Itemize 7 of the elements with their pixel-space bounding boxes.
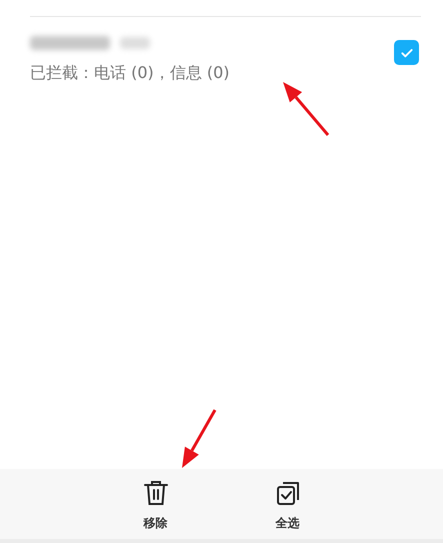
toolbar-button[interactable]: 全选 (256, 469, 318, 539)
trash-icon (142, 479, 170, 507)
block-summary: 已拦截：电话 (0)，信息 (0) (30, 63, 230, 84)
arrow-annotation (283, 82, 330, 136)
checkbox[interactable] (394, 40, 419, 65)
toolbar-button[interactable]: 移除 (124, 469, 186, 539)
arrow-annotation (182, 409, 216, 468)
